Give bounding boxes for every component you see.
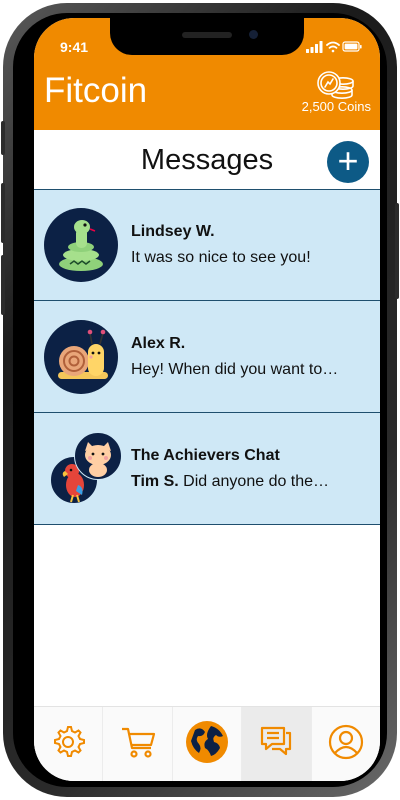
message-preview: It was so nice to see you!: [131, 249, 311, 266]
message-row[interactable]: The Achievers Chat Tim S. Did anyone do …: [34, 413, 380, 525]
volume-down-button: [1, 255, 5, 315]
status-time: 9:41: [60, 39, 89, 55]
cat-avatar: [74, 432, 122, 480]
sender-name: Lindsey W.: [131, 223, 215, 240]
battery-icon: [342, 41, 362, 52]
gear-icon: [54, 726, 86, 757]
screen: 9:41 Fitcoin 2,500 Coins Messages + Lind…: [34, 18, 380, 781]
front-camera: [249, 30, 258, 39]
sender-name: Alex R.: [131, 335, 186, 352]
tab-profile[interactable]: [312, 707, 380, 781]
message-row[interactable]: Alex R. Hey! When did you want to…: [34, 301, 380, 413]
chat-icon: [261, 726, 292, 756]
wifi-icon: [326, 41, 340, 53]
volume-up-button: [1, 183, 5, 243]
tab-messages[interactable]: [242, 707, 312, 781]
snail-avatar: [44, 320, 118, 394]
message-list: Lindsey W. It was so nice to see you! Al…: [34, 189, 380, 525]
message-preview: Hey! When did you want to…: [131, 361, 339, 378]
tab-explore[interactable]: [173, 707, 243, 781]
mute-switch: [1, 121, 5, 155]
snake-avatar: [44, 208, 118, 282]
group-name: The Achievers Chat: [131, 447, 280, 464]
profile-icon: [328, 724, 363, 760]
app-header: 9:41 Fitcoin 2,500 Coins: [34, 18, 380, 130]
globe-icon: [186, 721, 229, 763]
plus-icon: +: [337, 140, 359, 181]
message-row[interactable]: Lindsey W. It was so nice to see you!: [34, 189, 380, 301]
last-sender: Tim S.: [131, 473, 179, 490]
power-button: [395, 203, 399, 299]
coins-icon[interactable]: [315, 68, 355, 100]
coin-balance[interactable]: 2,500 Coins: [302, 99, 371, 114]
signal-icon: [306, 41, 323, 53]
tab-settings[interactable]: [34, 707, 104, 781]
notch: [110, 18, 304, 55]
speaker: [182, 32, 232, 38]
tab-bar: [34, 706, 380, 781]
app-title: Fitcoin: [44, 71, 148, 110]
cart-icon: [121, 727, 155, 758]
message-preview: Tim S. Did anyone do the…: [131, 473, 371, 491]
preview-text: Did anyone do the…: [183, 473, 330, 490]
status-icons: [306, 41, 362, 53]
tab-shop[interactable]: [103, 707, 173, 781]
add-message-button[interactable]: +: [327, 141, 369, 183]
